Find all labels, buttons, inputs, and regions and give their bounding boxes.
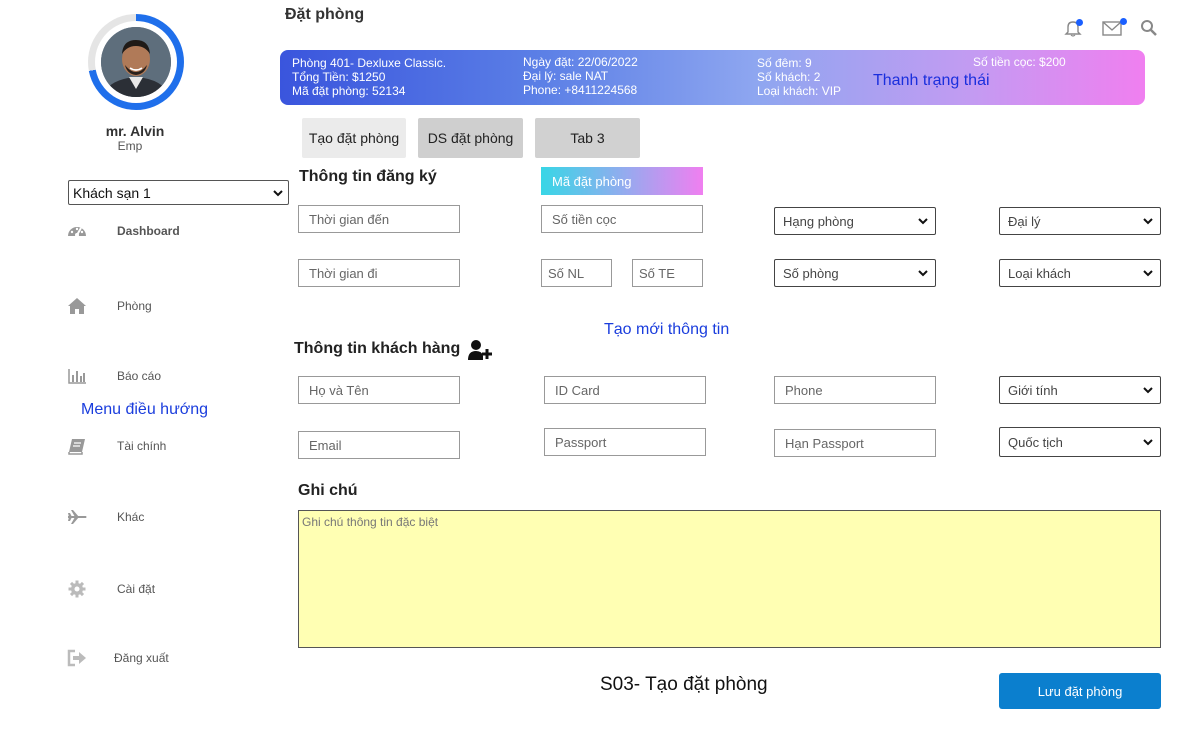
chevron-down-icon: [273, 189, 283, 196]
status-bar: Phòng 401- Dexluxe Classic. Tổng Tiền: $…: [280, 50, 1145, 105]
avatar-photo: [101, 27, 171, 97]
create-new-info-link[interactable]: Tạo mới thông tin: [604, 321, 729, 339]
notification-button[interactable]: [1062, 18, 1084, 38]
status-booking-code: Mã đặt phòng: 52134: [292, 84, 406, 98]
sidebar-item-label: Báo cáo: [117, 369, 162, 383]
logout-icon: [66, 648, 88, 668]
full-name-input[interactable]: Họ và Tên: [298, 376, 460, 404]
sidebar-item-label: Tài chính: [117, 439, 167, 453]
status-total: Tổng Tiền: $1250: [292, 70, 386, 84]
status-guest-type: Loại khách: VIP: [757, 84, 842, 98]
nationality-select[interactable]: Quốc tịch: [999, 427, 1161, 457]
registration-title: Thông tin đăng ký: [299, 168, 437, 185]
phone-input[interactable]: Phone: [774, 376, 936, 404]
customer-title: Thông tin khách hàng: [294, 340, 461, 357]
gender-value: Giới tính: [1008, 382, 1058, 398]
status-room: Phòng 401- Dexluxe Classic.: [292, 56, 447, 70]
avatar[interactable]: [88, 14, 184, 110]
sidebar-item-label: Cài đặt: [117, 582, 156, 596]
status-guests: Số khách: 2: [757, 70, 821, 84]
tab-booking-list[interactable]: DS đặt phòng: [418, 118, 523, 158]
agent-value: Đại lý: [1008, 213, 1041, 229]
book-icon: [66, 436, 88, 456]
save-booking-button[interactable]: Lưu đặt phòng: [999, 673, 1161, 709]
agent-select[interactable]: Đại lý: [999, 207, 1161, 235]
add-customer-button[interactable]: [468, 339, 492, 361]
room-number-value: Số phòng: [783, 265, 839, 281]
departure-time-input[interactable]: Thời gian đi: [298, 259, 460, 287]
search-icon: [1141, 20, 1157, 36]
sidebar-item-finance[interactable]: Tài chính: [66, 434, 266, 458]
sidebar-item-rooms[interactable]: Phòng: [66, 294, 266, 318]
sidebar-item-label: Phòng: [117, 299, 152, 313]
mail-button[interactable]: [1101, 18, 1127, 38]
chevron-down-icon: [1143, 270, 1153, 277]
status-booking-date: Ngày đặt: 22/06/2022: [523, 55, 638, 69]
sidebar-item-reports[interactable]: Báo cáo: [66, 364, 266, 388]
gender-select[interactable]: Giới tính: [999, 376, 1161, 404]
tab-create-booking[interactable]: Tạo đặt phòng: [302, 118, 406, 158]
home-icon: [66, 296, 88, 316]
status-nights: Số đêm: 9: [757, 56, 812, 70]
children-input[interactable]: Số TE: [632, 259, 703, 287]
passport-input[interactable]: Passport: [544, 428, 706, 456]
sidebar-item-other[interactable]: Khác: [66, 505, 266, 529]
hotel-select[interactable]: Khách sạn 1: [68, 180, 289, 205]
user-name: mr. Alvin: [105, 123, 165, 139]
deposit-input[interactable]: Số tiền cọc: [541, 205, 703, 233]
guest-type-value: Loại khách: [1008, 265, 1071, 281]
status-agent: Đại lý: sale NAT: [523, 69, 609, 83]
arrival-time-input[interactable]: Thời gian đến: [298, 205, 460, 233]
nav-annotation: Menu điều hướng: [81, 401, 209, 418]
room-number-select[interactable]: Số phòng: [774, 259, 936, 287]
sidebar-item-settings[interactable]: Cài đặt: [66, 577, 266, 601]
screen-caption: S03- Tạo đặt phòng: [600, 674, 768, 695]
add-user-icon: [468, 340, 492, 360]
chevron-down-icon: [1143, 387, 1153, 394]
room-class-value: Hạng phòng: [783, 213, 854, 229]
guest-type-select[interactable]: Loại khách: [999, 259, 1161, 287]
search-button[interactable]: [1138, 18, 1160, 38]
adults-input[interactable]: Số NL: [541, 259, 612, 287]
gear-icon: [66, 579, 88, 599]
notes-textarea[interactable]: Ghi chú thông tin đặc biệt: [298, 510, 1161, 648]
dashboard-icon: [66, 221, 88, 241]
sidebar-item-label: Dashboard: [117, 224, 180, 238]
hotel-select-value: Khách sạn 1: [73, 184, 151, 201]
status-deposit: Số tiền cọc: $200: [973, 55, 1066, 69]
id-card-input[interactable]: ID Card: [544, 376, 706, 404]
sidebar-item-logout[interactable]: Đăng xuất: [66, 646, 266, 670]
status-bar-annotation: Thanh trạng thái: [873, 72, 990, 89]
bar-chart-icon: [66, 366, 88, 386]
page-title: Đặt phòng: [285, 6, 365, 23]
notes-title: Ghi chú: [298, 482, 358, 499]
chevron-down-icon: [918, 218, 928, 225]
chevron-down-icon: [1143, 439, 1153, 446]
passport-expiry-input[interactable]: Hạn Passport: [774, 429, 936, 457]
email-input[interactable]: Email: [298, 431, 460, 459]
chevron-down-icon: [918, 270, 928, 277]
tab-3[interactable]: Tab 3: [535, 118, 640, 158]
sidebar-item-dashboard[interactable]: Dashboard: [66, 219, 266, 243]
room-class-select[interactable]: Hạng phòng: [774, 207, 936, 235]
user-role: Emp: [117, 139, 143, 153]
plane-icon: [66, 507, 88, 527]
chevron-down-icon: [1143, 218, 1153, 225]
nationality-value: Quốc tịch: [1008, 434, 1063, 450]
sidebar-item-label: Đăng xuất: [114, 651, 169, 665]
status-phone: Phone: +8411224568: [523, 83, 638, 97]
booking-code-chip: Mã đặt phòng: [541, 167, 703, 195]
sidebar-item-label: Khác: [117, 510, 145, 524]
